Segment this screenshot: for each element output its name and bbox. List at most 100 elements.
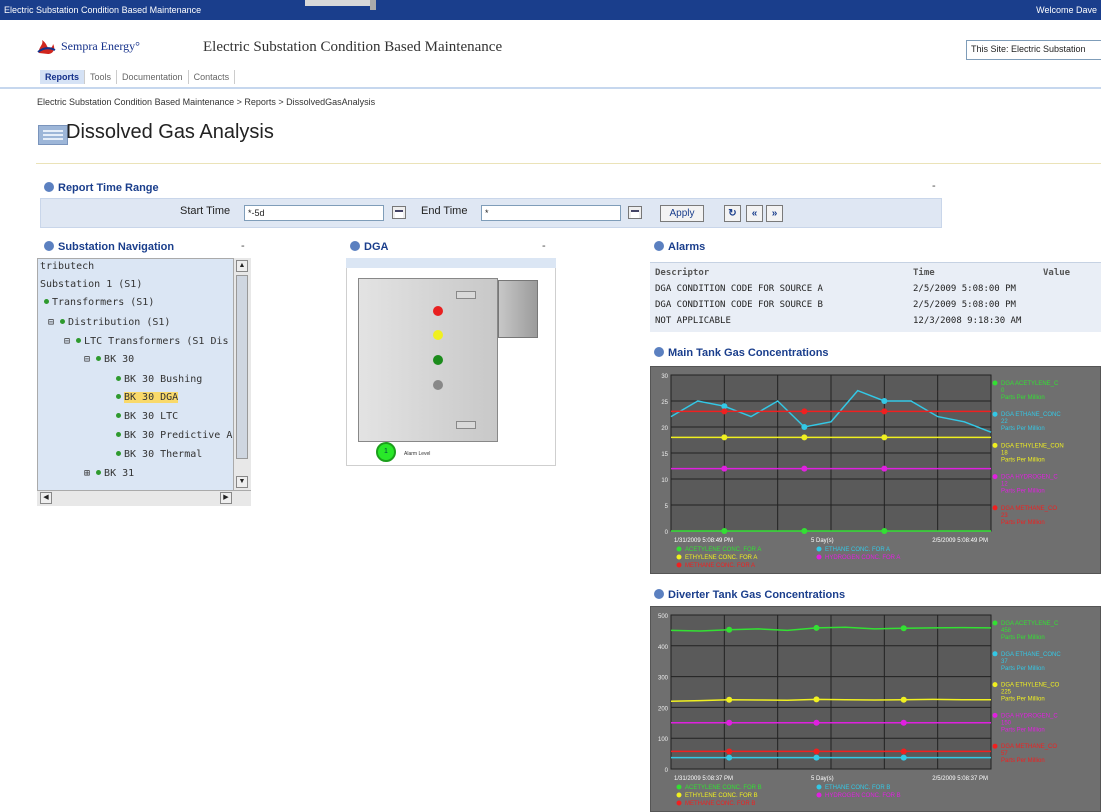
tree-item[interactable]: tributech	[40, 261, 94, 272]
series-marker	[726, 696, 733, 703]
scroll-down-icon[interactable]: ▼	[236, 476, 248, 488]
tree-item[interactable]: BK 30 Bushing	[116, 374, 202, 385]
legend-value-label: DGA HYDROGEN_C	[1001, 475, 1058, 481]
x-axis-label: 2/5/2009 5:08:49 PM	[932, 538, 988, 544]
navigation-collapse-button[interactable]: -	[241, 240, 245, 252]
y-tick-label: 0	[665, 530, 669, 536]
tab-tools[interactable]: Tools	[85, 70, 118, 84]
legend-marker	[992, 651, 998, 657]
legend-marker	[992, 620, 998, 626]
welcome-menu[interactable]: Welcome Dave	[1036, 5, 1097, 15]
y-tick-label: 20	[661, 426, 668, 432]
tree-item[interactable]: BK 30 LTC	[116, 411, 178, 422]
table-cell[interactable]: DGA CONDITION CODE FOR SOURCE A	[655, 284, 823, 294]
x-axis-label: 2/5/2009 5:08:37 PM	[932, 776, 988, 782]
tree-item[interactable]: Substation 1 (S1)	[40, 279, 142, 290]
legend-value-label: Parts Per Million	[1001, 520, 1045, 526]
tab-documentation[interactable]: Documentation	[117, 70, 189, 84]
legend-value-label: Parts Per Million	[1001, 489, 1045, 495]
legend-marker	[992, 505, 998, 511]
red-indicator-light	[433, 306, 443, 316]
column-header[interactable]: Value	[1043, 268, 1070, 278]
y-tick-label: 10	[661, 478, 668, 484]
y-tick-label: 100	[658, 737, 669, 743]
end-time-label: End Time	[421, 205, 468, 217]
legend-label: ETHYLENE CONC. FOR B	[685, 793, 758, 799]
tree-scroll-thumb[interactable]	[236, 275, 248, 459]
site-name[interactable]: Electric Substation Condition Based Main…	[4, 5, 201, 15]
dga-collapse-button[interactable]: -	[542, 240, 546, 252]
series-marker	[801, 408, 808, 415]
legend-value-label: 225	[1001, 690, 1012, 696]
flame-icon	[37, 40, 56, 55]
scroll-up-icon[interactable]: ▲	[236, 260, 248, 272]
diverter-tank-heading: Diverter Tank Gas Concentrations	[654, 589, 845, 601]
y-tick-label: 400	[658, 645, 669, 651]
series-marker	[881, 465, 888, 472]
tab-reports[interactable]: Reports	[40, 70, 86, 84]
legend-label: ETHANE CONC. FOR B	[825, 785, 890, 791]
scroll-right-icon[interactable]: ▶	[220, 492, 232, 504]
tree-item[interactable]: ⊟ BK 30	[84, 354, 134, 365]
latch-icon	[456, 421, 476, 429]
series-marker	[801, 434, 808, 441]
legend-marker	[992, 442, 998, 448]
series-marker	[813, 748, 820, 755]
top-nav-tabs: Reports Tools Documentation Contacts	[40, 70, 236, 86]
legend-marker	[676, 800, 682, 806]
legend-value-label: DGA HYDROGEN_C	[1001, 713, 1058, 719]
y-tick-label: 200	[658, 706, 669, 712]
column-header[interactable]: Time	[913, 268, 935, 278]
gray-indicator-light	[433, 380, 443, 390]
background-window-edge	[305, 0, 375, 6]
yellow-indicator-light	[433, 330, 443, 340]
tree-item[interactable]: ⊞ BK 31	[84, 468, 134, 479]
back-icon[interactable]: «	[746, 205, 763, 222]
diverter-tank-chart-svg: 0 100 200 300 400 500 1/31/2009 5:08:37 PM 5 Da…	[658, 614, 1061, 807]
sempra-logo[interactable]: Sempra Energy°	[36, 39, 140, 55]
table-cell[interactable]: DGA CONDITION CODE FOR SOURCE B	[655, 300, 823, 310]
series-marker	[813, 696, 820, 703]
time-range-collapse-button[interactable]: -	[932, 180, 936, 192]
legend-label: ACETYLENE CONC. FOR B	[685, 785, 762, 791]
start-calendar-icon[interactable]	[392, 206, 406, 219]
tree-horizontal-scrollbar[interactable]	[37, 490, 251, 506]
refresh-icon[interactable]: ↻	[724, 205, 741, 222]
legend-value-label: 57	[1001, 751, 1008, 757]
series-marker	[900, 754, 907, 761]
tree-item[interactable]: BK 30 Predictive Ar	[116, 430, 238, 441]
search-scope-select[interactable]: This Site: Electric Substation	[966, 40, 1101, 60]
diverter-tank-chart[interactable]: 0 100 200 300 400 500 1/31/2009 5:08:37 PM 5 Da…	[650, 606, 1101, 812]
top-bar: Electric Substation Condition Based Main…	[0, 0, 1101, 20]
legend-value-label: DGA ETHANE_CONC	[1001, 412, 1061, 418]
status-dot-icon	[44, 299, 49, 304]
main-tank-chart-svg: 0 5 10 15 20 25 30 1/31/2009 5:08:49 PM 5 Day(s)…	[661, 374, 1063, 569]
column-header[interactable]: Descriptor	[655, 268, 709, 278]
tab-contacts[interactable]: Contacts	[189, 70, 236, 84]
header: Sempra Energy° Electric Substation Condi…	[0, 20, 1101, 70]
dga-heading: DGA	[350, 241, 388, 253]
tree-item-selected[interactable]: BK 30 DGA	[116, 392, 179, 403]
main-tank-chart[interactable]: 0 5 10 15 20 25 30 1/31/2009 5:08:49 PM 5 Day(s)…	[650, 366, 1101, 574]
series-marker	[721, 408, 728, 415]
legend-marker	[676, 784, 682, 790]
legend-value-label: Parts Per Million	[1001, 697, 1045, 703]
breadcrumb[interactable]: Electric Substation Condition Based Main…	[37, 97, 375, 107]
scroll-left-icon[interactable]: ◀	[40, 492, 52, 504]
status-dot-icon	[116, 376, 121, 381]
background-window-edge-2	[370, 0, 376, 10]
legend-label: ETHYLENE CONC. FOR A	[685, 555, 757, 561]
end-time-input[interactable]: *	[481, 205, 621, 221]
tree-item[interactable]: Transformers (S1)	[44, 297, 154, 308]
tree-item[interactable]: ⊟ LTC Transformers (S1 Dis	[64, 336, 229, 347]
report-page-icon	[38, 125, 68, 145]
table-cell[interactable]: NOT APPLICABLE	[655, 316, 731, 326]
globe-icon	[350, 241, 360, 251]
tree-item[interactable]: BK 30 Thermal	[116, 449, 202, 460]
apply-button[interactable]: Apply	[660, 205, 704, 222]
start-time-label: Start Time	[180, 205, 231, 217]
tree-item[interactable]: ⊟ Distribution (S1)	[48, 317, 170, 328]
start-time-input[interactable]: *-5d	[244, 205, 384, 221]
forward-icon[interactable]: »	[766, 205, 783, 222]
end-calendar-icon[interactable]	[628, 206, 642, 219]
